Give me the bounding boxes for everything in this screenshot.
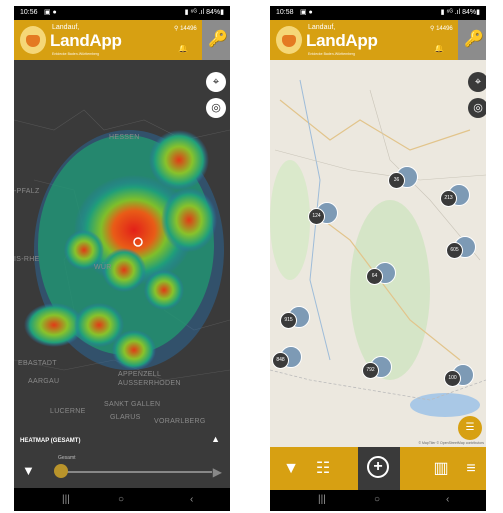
add-location-button[interactable]: + [358,447,400,490]
map-label-ebastadt: EBASTADT [18,360,57,367]
app-subtitle: Entdecke Baden-Württemberg [308,52,356,56]
map-label-wurt: WÜR [94,264,112,271]
slider-label: Gesamt [58,455,76,461]
pin-icon: ⚲ [430,26,435,32]
heatmap-panel-title: HEATMAP (GESAMT) [20,438,81,444]
cluster-count: 213 [440,190,457,207]
locate-button[interactable]: ◎ [468,98,486,118]
status-notification-icons: ▣ ● [300,9,313,16]
home-button[interactable]: ○ [374,494,380,505]
time-slider-track[interactable] [62,471,212,473]
location-count: 14496 [180,26,197,32]
recent-apps-button[interactable]: ||| [62,494,70,505]
app-logo-icon [20,26,46,54]
home-button[interactable]: ○ [118,494,124,505]
map-label-vorarlberg: VORARLBERG [154,418,206,425]
login-button[interactable]: 🔑 [202,20,230,60]
add-icon: + [367,456,389,478]
filter-icon[interactable]: ▼ [22,463,35,478]
app-header: Landauf, LandApp Entdecke Baden-Württemb… [270,20,486,60]
locate-icon: ◎ [473,102,483,114]
collapse-panel-icon[interactable]: ▲ [211,434,220,444]
cluster-count: 792 [362,362,379,379]
back-button[interactable]: ‹ [446,494,449,505]
map-attribution[interactable]: © MapTiler © OpenStreetMap contributors [418,441,484,445]
binoculars-button[interactable]: ⌖ [468,72,486,92]
app-header: Landauf, LandApp Entdecke Baden-Württemb… [14,20,230,60]
phone-screen-map: 10:58 ▣ ● ▮ ⁶ᴳ .ıl 84%▮ Landauf, LandApp… [270,6,486,511]
status-bar: 10:56 ▣ ● ▮ ⁶ᴳ .ıl 84%▮ [14,6,230,20]
map-label-lucerne: LUCERNE [50,408,86,415]
status-time: 10:58 [276,9,294,16]
map-label-pfalz: -PFALZ [14,188,40,195]
map-label-appenzell: APPENZELL AUSSERRHODEN [118,371,181,387]
app-title-prefix: Landauf, [308,24,336,31]
login-button[interactable]: 🔑 [458,20,486,60]
menu-icon[interactable]: ≡ [458,447,484,490]
pin-icon: ⚲ [174,26,179,32]
status-notification-icons: ▣ ● [44,9,57,16]
location-count-button[interactable]: ⚲ 14496 [430,25,453,32]
cluster-count: 100 [444,370,461,387]
status-time: 10:56 [20,9,38,16]
cluster-count: 36 [388,172,405,189]
recent-apps-button[interactable]: ||| [318,494,326,505]
location-count-button[interactable]: ⚲ 14496 [174,25,197,32]
statistics-icon[interactable]: ▥ [428,447,454,490]
heatmap-panel: HEATMAP (GESAMT) ▲ ▼ Gesamt ▶ [14,431,230,488]
binoculars-icon: ⌖ [474,76,482,88]
back-button[interactable]: ‹ [190,494,193,505]
time-slider-thumb[interactable] [54,464,68,478]
bottom-toolbar: ▼ ☷ + ▥ ≡ [270,447,486,490]
system-nav-bar: ||| ○ ‹ [14,490,230,511]
bell-icon[interactable]: 🔔 [178,44,188,53]
locate-icon: ◎ [211,102,221,114]
binoculars-button[interactable]: ⌖ [206,72,226,92]
key-icon: 🔑 [464,31,484,48]
app-logo-icon [276,26,302,54]
cluster-count: 64 [366,268,383,285]
status-system-icons: ▮ ⁶ᴳ .ıl 84%▮ [184,9,224,16]
system-nav-bar: ||| ○ ‹ [270,490,486,511]
location-count: 14496 [436,26,453,32]
key-icon: 🔑 [208,31,228,48]
cluster-count: 848 [272,352,289,369]
cluster-count: 915 [280,312,297,329]
app-title: LandApp [50,31,122,50]
map-label-glarus: GLARUS [110,414,141,421]
app-subtitle: Entdecke Baden-Württemberg [52,52,100,56]
play-icon[interactable]: ▶ [213,465,222,479]
app-title: LandApp [306,31,378,50]
map-view[interactable]: 36 124 213 605 64 915 848 792 100 ⌖ ◎ ☰ … [270,60,486,447]
legend-icon: ☰ [465,422,475,433]
status-system-icons: ▮ ⁶ᴳ .ıl 84%▮ [440,9,480,16]
cluster-count: 124 [308,208,325,225]
heatmap-view[interactable]: HESSEN -PFALZ IS-RHE WÜR EBASTADT AARGAU… [14,60,230,431]
map-label-hessen: HESSEN [109,134,140,141]
map-label-aargau: AARGAU [28,378,60,385]
status-bar: 10:58 ▣ ● ▮ ⁶ᴳ .ıl 84%▮ [270,6,486,20]
binoculars-icon: ⌖ [212,76,220,88]
map-label-rhein: IS-RHE [14,256,40,263]
legend-button[interactable]: ☰ [458,416,482,440]
app-title-prefix: Landauf, [52,24,80,31]
phone-screen-heatmap: 10:56 ▣ ● ▮ ⁶ᴳ .ıl 84%▮ Landauf, LandApp… [14,6,230,511]
map-label-sanktgallen: SANKT GALLEN [104,401,161,408]
filter-icon[interactable]: ▼ [276,447,306,490]
bell-icon[interactable]: 🔔 [434,44,444,53]
cluster-count: 605 [446,242,463,259]
locate-button[interactable]: ◎ [206,98,226,118]
list-view-icon[interactable]: ☷ [308,447,338,490]
